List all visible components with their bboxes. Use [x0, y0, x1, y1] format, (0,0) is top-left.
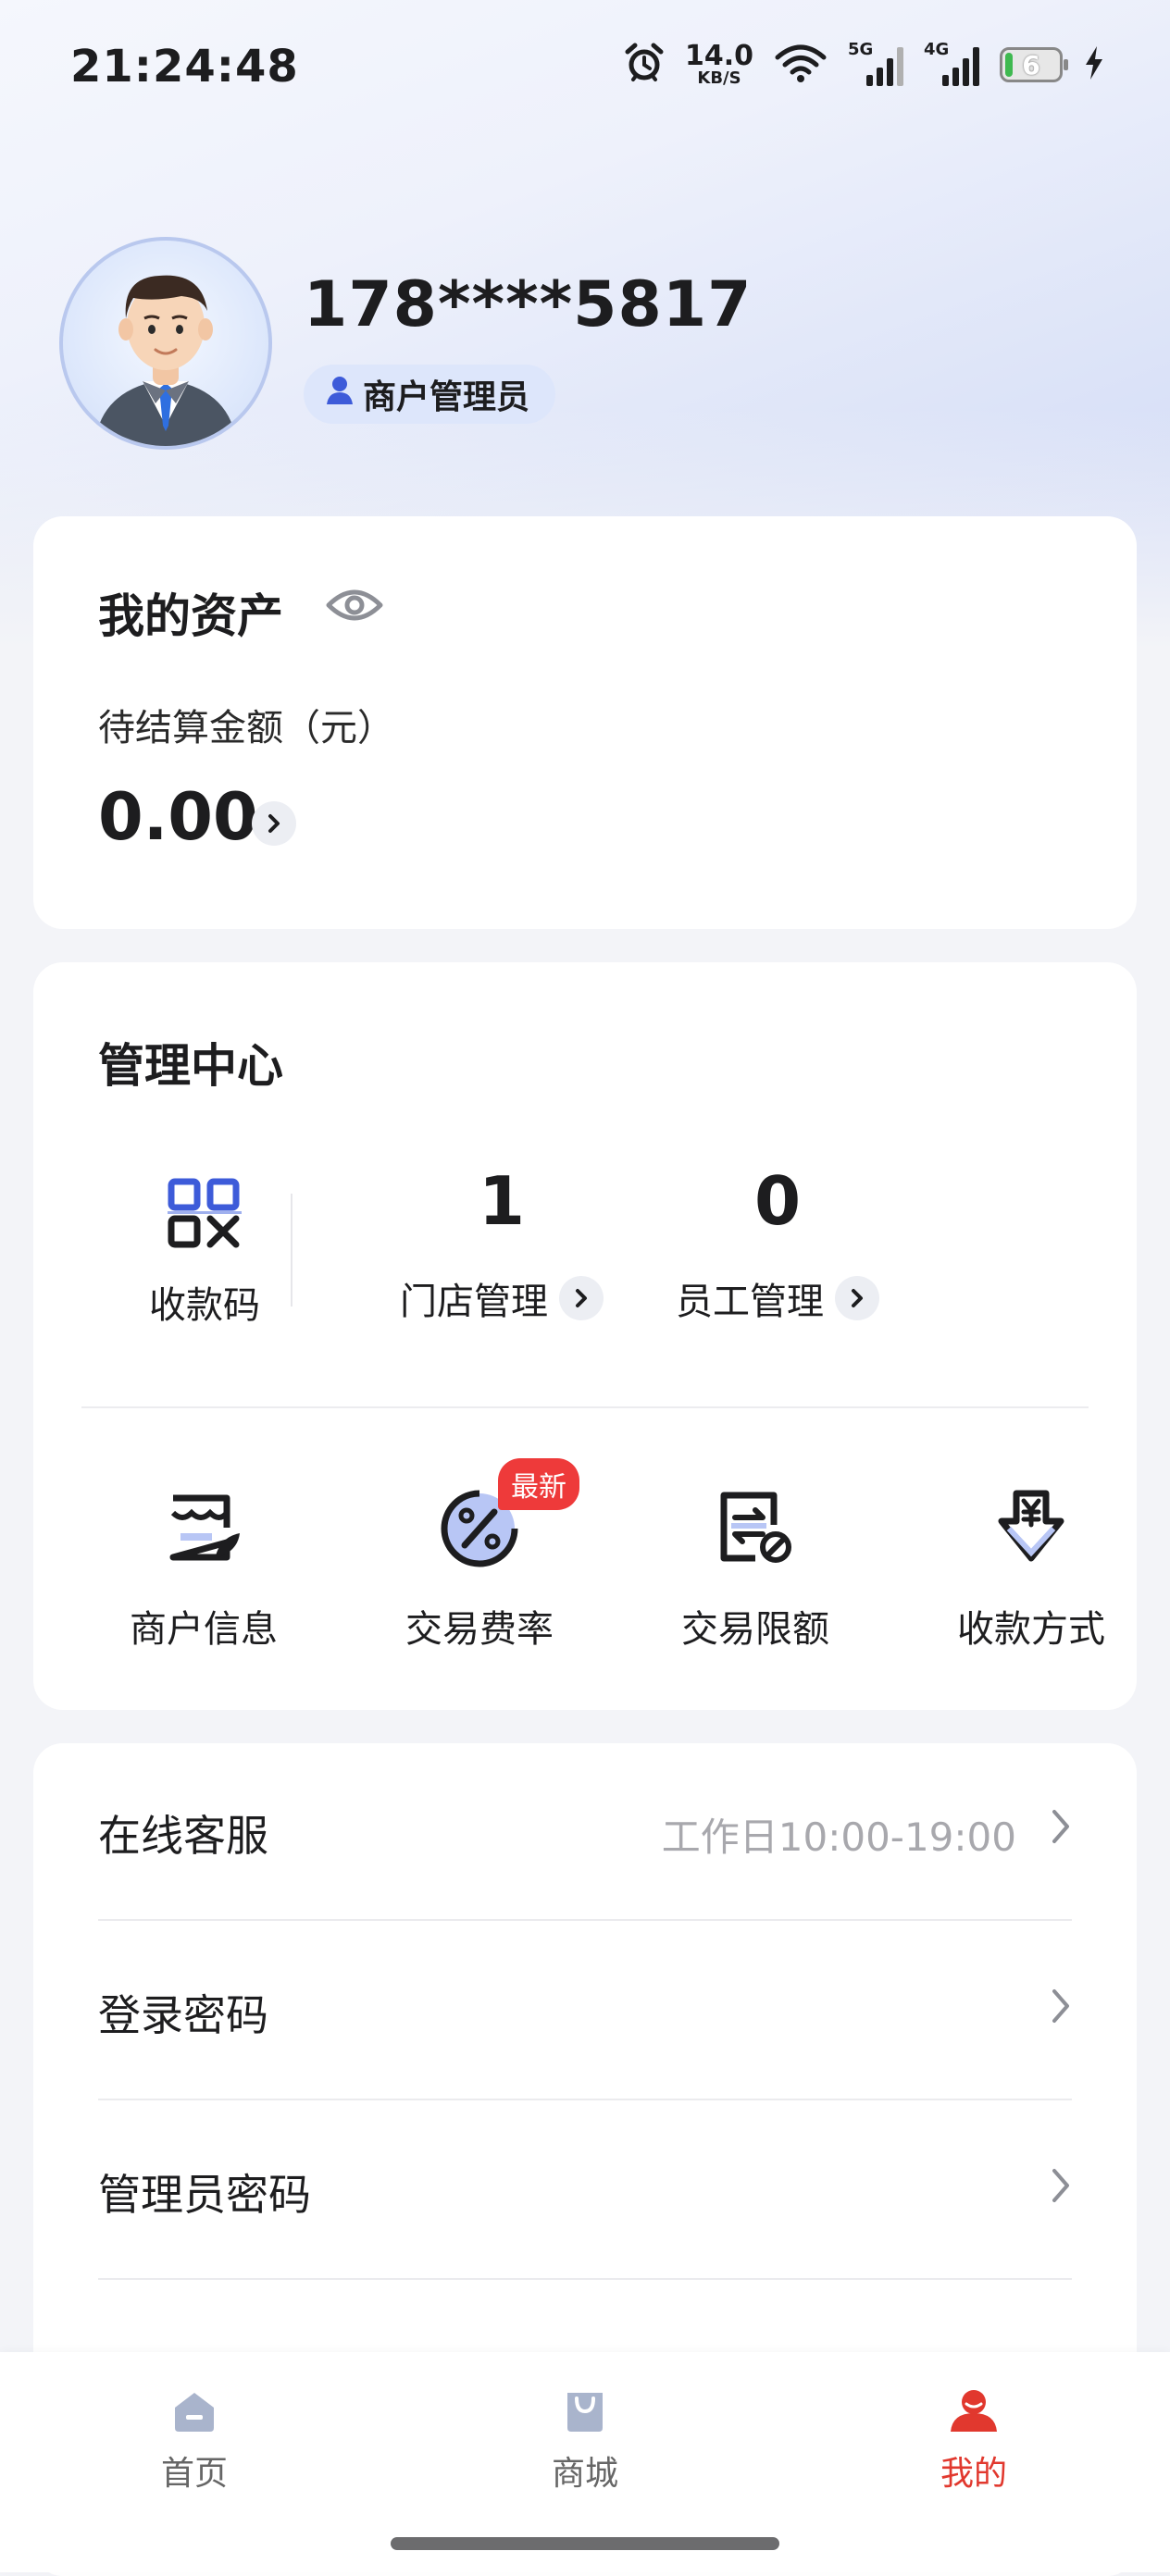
online-support-row[interactable]: 在线客服 工作日10:00-19:00: [98, 1743, 1072, 1921]
eye-icon[interactable]: [326, 585, 383, 629]
transaction-limit-label: 交易限额: [681, 1608, 829, 1651]
staff-count: 0: [753, 1162, 802, 1240]
tab-home[interactable]: 首页: [102, 2387, 287, 2495]
payment-method-icon: [911, 1480, 1151, 1573]
cell-signal-4g-icon: 4G: [924, 40, 979, 86]
chevron-right-icon: [1050, 1808, 1072, 1849]
charging-icon: [1083, 44, 1105, 85]
fee-percent-icon: 最新: [359, 1458, 600, 1573]
chevron-right-icon: [559, 1276, 604, 1320]
online-support-label: 在线客服: [98, 1811, 268, 1861]
tab-mine[interactable]: 我的: [881, 2387, 1066, 2495]
management-center-card: 管理中心 收款码 1 门店管理 0 员工管理 商户信息 最新 交易费率 交易限额…: [33, 962, 1137, 1710]
tab-home-label: 首页: [160, 2455, 228, 2493]
merchant-info-button[interactable]: 商户信息: [83, 1480, 324, 1653]
assets-title: 我的资产: [98, 589, 283, 643]
payment-qr-code-button[interactable]: 收款码: [98, 1171, 311, 1329]
store-management-label: 门店管理: [400, 1281, 548, 1323]
transaction-limit-icon: [635, 1480, 876, 1573]
payment-method-button[interactable]: 收款方式: [911, 1480, 1151, 1653]
new-badge: 最新: [498, 1458, 579, 1510]
chevron-right-icon: [835, 1276, 879, 1320]
shopping-bag-icon: [492, 2387, 678, 2437]
assets-card: 我的资产 待结算金额（元） 0.00: [33, 516, 1137, 929]
sim2-type: 4G: [924, 40, 950, 59]
admin-password-label: 管理员密码: [98, 2170, 311, 2220]
section-divider: [81, 1406, 1089, 1408]
chevron-right-icon: [1050, 1988, 1072, 2028]
businessman-avatar-icon: [94, 275, 237, 446]
payment-method-label: 收款方式: [957, 1608, 1105, 1651]
wifi-icon: [774, 43, 828, 87]
tab-mall-label: 商城: [551, 2455, 618, 2493]
battery-level: 6: [1022, 49, 1040, 80]
network-speed: 14.0 KB/S: [685, 43, 753, 87]
home-indicator[interactable]: [391, 2537, 779, 2550]
cell-signal-5g-icon: 5G: [848, 40, 903, 86]
home-icon: [102, 2387, 287, 2437]
store-count: 1: [478, 1162, 526, 1240]
admin-password-row[interactable]: 管理员密码: [98, 2102, 1072, 2280]
status-icons: 14.0 KB/S 5G 4G 6: [624, 40, 1105, 87]
transaction-fee-button[interactable]: 最新 交易费率: [359, 1458, 600, 1653]
account-phone: 178****5817: [304, 268, 753, 341]
management-title: 管理中心: [98, 1039, 283, 1093]
user-profile-icon: [881, 2387, 1066, 2437]
network-speed-value: 14.0: [684, 40, 753, 72]
transaction-limit-button[interactable]: 交易限额: [635, 1480, 876, 1653]
battery-icon: 6: [1000, 47, 1068, 82]
sim1-type: 5G: [848, 40, 874, 59]
staff-management-button[interactable]: 0 员工管理: [620, 1168, 935, 1325]
qr-code-icon: [98, 1171, 311, 1255]
status-time: 21:24:48: [70, 41, 299, 93]
pending-amount-label: 待结算金额（元）: [98, 707, 394, 749]
staff-management-label: 员工管理: [676, 1281, 824, 1323]
support-hours: 工作日10:00-19:00: [661, 1814, 1016, 1860]
status-bar: 21:24:48 14.0 KB/S 5G 4G 6: [0, 0, 1170, 139]
role-badge: 商户管理员: [304, 365, 556, 424]
store-management-button[interactable]: 1 门店管理: [344, 1168, 659, 1325]
transaction-fee-label: 交易费率: [405, 1608, 554, 1651]
network-speed-unit: KB/S: [697, 68, 741, 88]
tab-mall[interactable]: 商城: [492, 2387, 678, 2495]
tab-mine-label: 我的: [940, 2455, 1007, 2493]
login-password-row[interactable]: 登录密码: [98, 1923, 1072, 2100]
qr-code-label: 收款码: [149, 1284, 260, 1327]
merchant-info-label: 商户信息: [130, 1608, 278, 1651]
login-password-label: 登录密码: [98, 1990, 268, 2040]
stat-divider: [291, 1194, 292, 1307]
chevron-right-icon: [1050, 2167, 1072, 2208]
avatar[interactable]: [59, 237, 272, 450]
pending-amount[interactable]: 0.00: [98, 779, 258, 855]
role-label: 商户管理员: [363, 378, 530, 416]
merchant-info-icon: [83, 1480, 324, 1573]
alarm-icon: [624, 43, 665, 87]
chevron-right-icon[interactable]: [252, 801, 296, 846]
user-icon: [326, 376, 354, 414]
